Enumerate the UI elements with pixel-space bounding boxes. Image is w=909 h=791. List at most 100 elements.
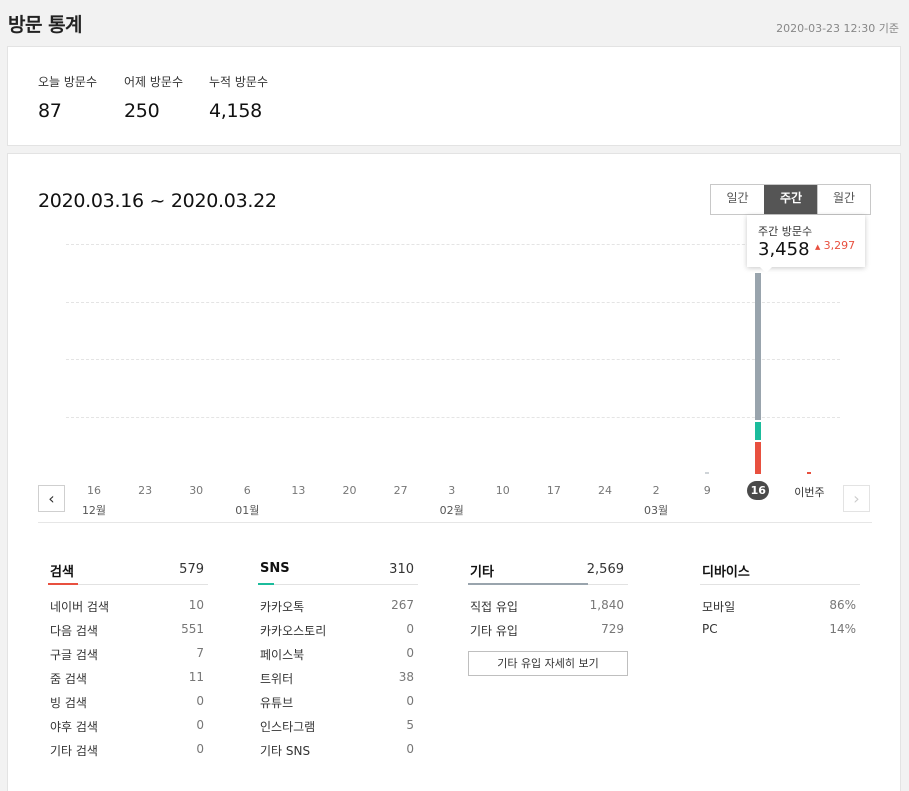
bar-segment-sns[interactable] (755, 422, 762, 440)
current-week-badge[interactable]: 16 (747, 481, 770, 500)
week-tick-label[interactable]: 20 (330, 484, 370, 497)
row-label: 페이스북 (260, 648, 305, 662)
row-value: 0 (406, 622, 414, 636)
sns-stats-title: SNS (260, 561, 290, 576)
row-value: 0 (196, 742, 204, 756)
row-label: 유튜브 (260, 696, 294, 710)
row-value: 11 (188, 670, 204, 684)
row-label: 다음 검색 (50, 624, 98, 638)
other-stats-underline (468, 583, 588, 585)
list-item: 야후 검색 0 (48, 714, 208, 738)
search-stats-title: 검색 (50, 565, 74, 580)
sns-stats-total: 310 (389, 562, 414, 577)
grid-line (66, 244, 840, 245)
row-value: 729 (601, 622, 624, 636)
list-item: 기타 유입 729 (468, 618, 628, 642)
week-tick-label[interactable]: 이번주 (787, 484, 831, 500)
other-inflow-detail-button[interactable]: 기타 유입 자세히 보기 (468, 651, 628, 676)
search-stats-underline (48, 583, 78, 585)
week-tick-label[interactable]: 6 (227, 484, 267, 497)
week-tick-label[interactable]: 9 (687, 484, 727, 497)
row-value: 86% (829, 598, 856, 612)
next-button[interactable]: › (843, 485, 870, 512)
row-value: 38 (398, 670, 414, 684)
list-item: 직접 유입 1,840 (468, 594, 628, 618)
row-value: 0 (406, 646, 414, 660)
row-label: 트위터 (260, 672, 294, 686)
bar-segment-other[interactable] (705, 472, 710, 474)
tooltip-label: 주간 방문수 (758, 225, 813, 238)
list-item: PC 14% (700, 618, 860, 642)
month-label: 12월 (81, 504, 107, 517)
row-label: 줌 검색 (50, 672, 87, 686)
row-value: 0 (196, 694, 204, 708)
list-item: 기타 SNS 0 (258, 738, 418, 762)
week-tick-label[interactable]: 3 (432, 484, 472, 497)
chevron-right-icon: › (853, 489, 860, 508)
list-item: 페이스북 0 (258, 642, 418, 666)
other-stats-title: 기타 (470, 565, 494, 580)
list-item: 유튜브 0 (258, 690, 418, 714)
tab-weekly[interactable]: 주간 (764, 185, 817, 214)
row-value: 14% (829, 622, 856, 636)
other-stats: 기타 2,569 직접 유입 1,840 기타 유입 729 기타 유입 자세히 보… (468, 561, 628, 676)
grid-line (66, 302, 840, 303)
other-stats-total: 2,569 (586, 562, 624, 577)
week-tick-label[interactable]: 16 (74, 484, 114, 497)
row-label: 모바일 (702, 600, 736, 614)
month-label: 02월 (439, 504, 464, 517)
period-tabs: 일간 주간 월간 (710, 184, 871, 215)
total-visits-label: 누적 방문수 (209, 75, 269, 89)
week-tick-label[interactable]: 2 (636, 484, 676, 497)
sns-stats: SNS 310 카카오톡 267 카카오스토리 0 페이스북 0 트위터 38 유튜브 0… (258, 561, 418, 762)
weekly-visits-tooltip: 주간 방문수 3,458 ▲ 3,297 (747, 215, 865, 273)
search-stats-total: 579 (179, 562, 204, 577)
row-value: 0 (406, 742, 414, 756)
week-tick-label[interactable]: 24 (585, 484, 625, 497)
basis-time: 2020-03-23 12:30 기준 (776, 22, 899, 35)
sns-stats-header: SNS 310 (258, 561, 418, 585)
tab-monthly[interactable]: 월간 (817, 185, 870, 214)
row-label: 기타 유입 (470, 624, 518, 638)
week-tick-label[interactable]: 13 (278, 484, 318, 497)
tab-daily[interactable]: 일간 (711, 185, 764, 214)
row-value: 1,840 (589, 598, 624, 612)
week-tick-label[interactable]: 27 (381, 484, 421, 497)
list-item: 줌 검색 11 (48, 666, 208, 690)
list-item: 모바일 86% (700, 594, 860, 618)
row-label: 카카오톡 (260, 600, 305, 614)
list-item: 빙 검색 0 (48, 690, 208, 714)
bar-segment-search[interactable] (755, 442, 762, 474)
yesterday-visits-label: 어제 방문수 (124, 75, 184, 89)
tooltip-change: ▲ 3,297 (815, 239, 855, 252)
bar-segment-other[interactable] (755, 273, 762, 420)
device-stats: 디바이스 모바일 86% PC 14% (700, 561, 860, 642)
tooltip-change-value: 3,297 (823, 239, 856, 252)
week-tick-label[interactable]: 17 (534, 484, 574, 497)
row-label: 야후 검색 (50, 720, 98, 734)
today-visits: 오늘 방문수 87 (38, 73, 97, 122)
visit-summary-card: 오늘 방문수 87 어제 방문수 250 누적 방문수 4,158 (7, 46, 901, 146)
up-arrow-icon: ▲ (815, 243, 821, 251)
month-label: 01월 (235, 504, 260, 517)
row-label: 직접 유입 (470, 600, 518, 614)
chevron-left-icon: ‹ (48, 489, 55, 508)
other-stats-header: 기타 2,569 (468, 561, 628, 585)
list-item: 인스타그램 5 (258, 714, 418, 738)
list-item: 카카오스토리 0 (258, 618, 418, 642)
list-item: 기타 검색 0 (48, 738, 208, 762)
row-label: PC (702, 622, 718, 636)
grid-line (66, 359, 840, 360)
month-label: 03월 (644, 504, 669, 517)
row-label: 카카오스토리 (260, 624, 327, 638)
week-tick-label[interactable]: 23 (125, 484, 165, 497)
yesterday-visits: 어제 방문수 250 (124, 73, 183, 122)
visit-chart-card: 2020.03.16 ~ 2020.03.22 일간 주간 월간 16 23 30 6… (7, 153, 901, 791)
bar-segment-search[interactable] (807, 472, 812, 474)
week-tick-label[interactable]: 30 (176, 484, 216, 497)
prev-button[interactable]: ‹ (38, 485, 65, 512)
tooltip-value: 3,458 (758, 239, 810, 260)
row-label: 인스타그램 (260, 720, 316, 734)
week-tick-label[interactable]: 10 (483, 484, 523, 497)
row-value: 267 (391, 598, 414, 612)
